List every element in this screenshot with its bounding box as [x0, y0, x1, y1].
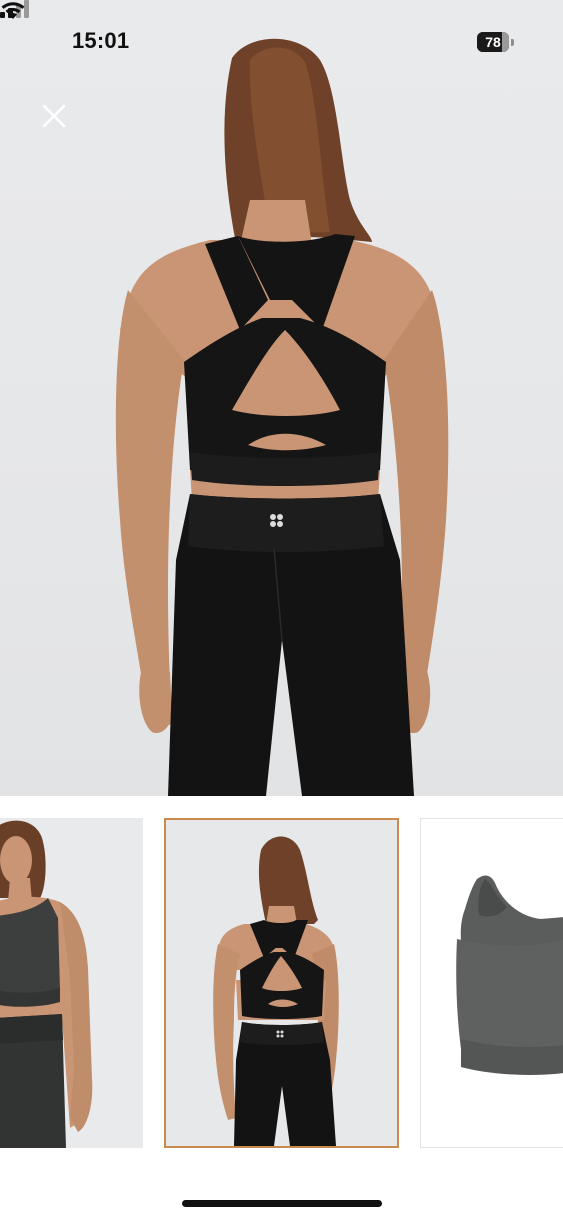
home-indicator[interactable]	[182, 1200, 382, 1207]
battery-body: 78	[477, 32, 509, 52]
battery-indicator: 78	[477, 32, 515, 52]
thumbnail-3-image	[456, 875, 563, 1075]
status-time: 15:01	[72, 28, 130, 53]
close-icon	[42, 104, 66, 128]
thumbnail-3[interactable]	[420, 818, 563, 1148]
thumbnail-2[interactable]	[164, 818, 399, 1148]
battery-level-text: 78	[485, 34, 501, 50]
image-viewer-screen: 15:01 78	[0, 0, 563, 1219]
status-bar: 15:01 78	[0, 0, 563, 84]
thumbnail-1[interactable]	[0, 818, 143, 1148]
thumbnail-2-image	[213, 836, 339, 1146]
main-product-photo[interactable]: 15:01 78	[0, 0, 563, 796]
wifi-icon	[1, 2, 25, 19]
close-button[interactable]	[36, 98, 72, 134]
thumbnail-strip	[0, 818, 563, 1150]
main-photo-illustration	[115, 38, 449, 796]
thumbnail-1-image	[0, 820, 93, 1148]
battery-cap	[511, 39, 514, 46]
